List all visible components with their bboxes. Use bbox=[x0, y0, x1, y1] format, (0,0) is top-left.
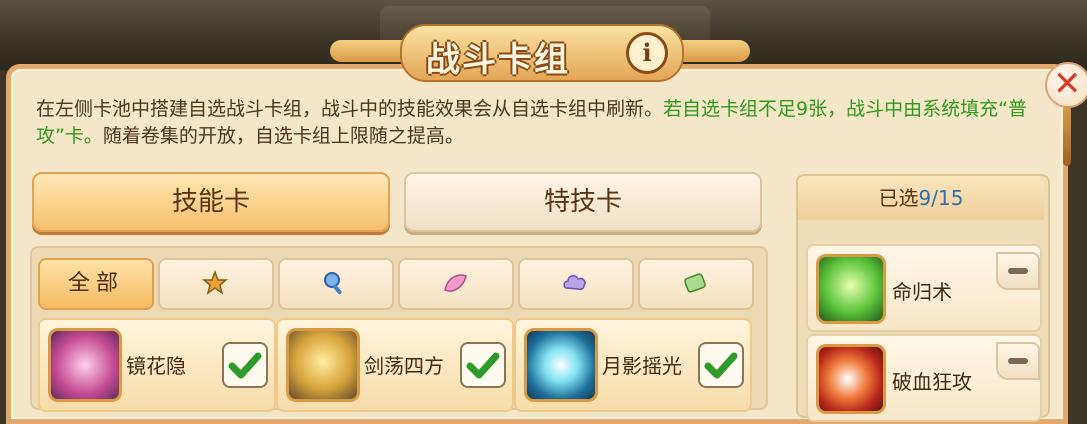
card-name: 镜花隐 bbox=[126, 354, 186, 378]
star-fist-icon bbox=[202, 270, 228, 295]
title-banner: 战斗卡组 i bbox=[330, 22, 750, 82]
leaf-icon bbox=[444, 274, 467, 292]
card-checkbox[interactable] bbox=[460, 342, 506, 388]
card-name: 月影摇光 bbox=[602, 354, 682, 378]
card-checkbox[interactable] bbox=[222, 342, 268, 388]
blade-strike-icon bbox=[816, 344, 886, 414]
check-icon bbox=[228, 352, 262, 379]
card-item[interactable]: 剑荡四方 bbox=[276, 318, 514, 412]
swords-icon bbox=[286, 328, 360, 402]
filter-attack-button[interactable] bbox=[158, 258, 274, 310]
check-icon bbox=[466, 352, 500, 379]
filter-key-button[interactable] bbox=[278, 258, 394, 310]
green-spirit-icon bbox=[816, 254, 886, 324]
selected-count-header: 已选9/15 bbox=[798, 176, 1044, 220]
description-text: 在左侧卡池中搭建自选战斗卡组，战斗中的技能效果会从自选卡组中刷新。若自选卡组不足… bbox=[36, 96, 1046, 150]
cloud-icon bbox=[563, 275, 586, 291]
filter-leaf-button[interactable] bbox=[398, 258, 514, 310]
tab-skill-cards[interactable]: 技能卡 bbox=[32, 172, 390, 232]
selected-card-item[interactable]: 命归术 bbox=[806, 244, 1042, 332]
card-name: 剑荡四方 bbox=[364, 354, 444, 378]
filter-cloud-button[interactable] bbox=[518, 258, 634, 310]
filter-all-button[interactable]: 全部 bbox=[38, 258, 154, 310]
key-icon bbox=[324, 272, 342, 295]
moonlight-icon bbox=[524, 328, 598, 402]
remove-card-button[interactable] bbox=[996, 342, 1040, 380]
card-checkbox[interactable] bbox=[698, 342, 744, 388]
check-icon bbox=[704, 352, 738, 379]
selected-card-name: 命归术 bbox=[892, 280, 952, 304]
selected-card-name: 破血狂攻 bbox=[892, 370, 972, 394]
card-item[interactable]: 月影摇光 bbox=[514, 318, 752, 412]
selected-card-item[interactable]: 破血狂攻 bbox=[806, 334, 1042, 422]
lotus-icon bbox=[48, 328, 122, 402]
tassel-decoration bbox=[1063, 106, 1071, 166]
selected-label: 已选 bbox=[878, 186, 919, 210]
close-button[interactable]: ✕ bbox=[1045, 62, 1087, 166]
close-icon: ✕ bbox=[1053, 64, 1082, 104]
info-button[interactable]: i bbox=[626, 32, 668, 74]
filter-all-label: 全部 bbox=[67, 271, 124, 296]
selected-count: 9/15 bbox=[918, 186, 964, 210]
tab-special-cards[interactable]: 特技卡 bbox=[404, 172, 762, 232]
description-tail: 随着卷集的开放，自选卡组上限随之提高。 bbox=[102, 125, 464, 147]
scroll-icon bbox=[684, 273, 706, 293]
remove-card-button[interactable] bbox=[996, 252, 1040, 290]
page-title: 战斗卡组 bbox=[426, 40, 570, 80]
description-normal: 在左侧卡池中搭建自选战斗卡组，战斗中的技能效果会从自选卡组中刷新。 bbox=[36, 98, 664, 120]
card-item[interactable]: 镜花隐 bbox=[38, 318, 276, 412]
filter-scroll-button[interactable] bbox=[638, 258, 754, 310]
